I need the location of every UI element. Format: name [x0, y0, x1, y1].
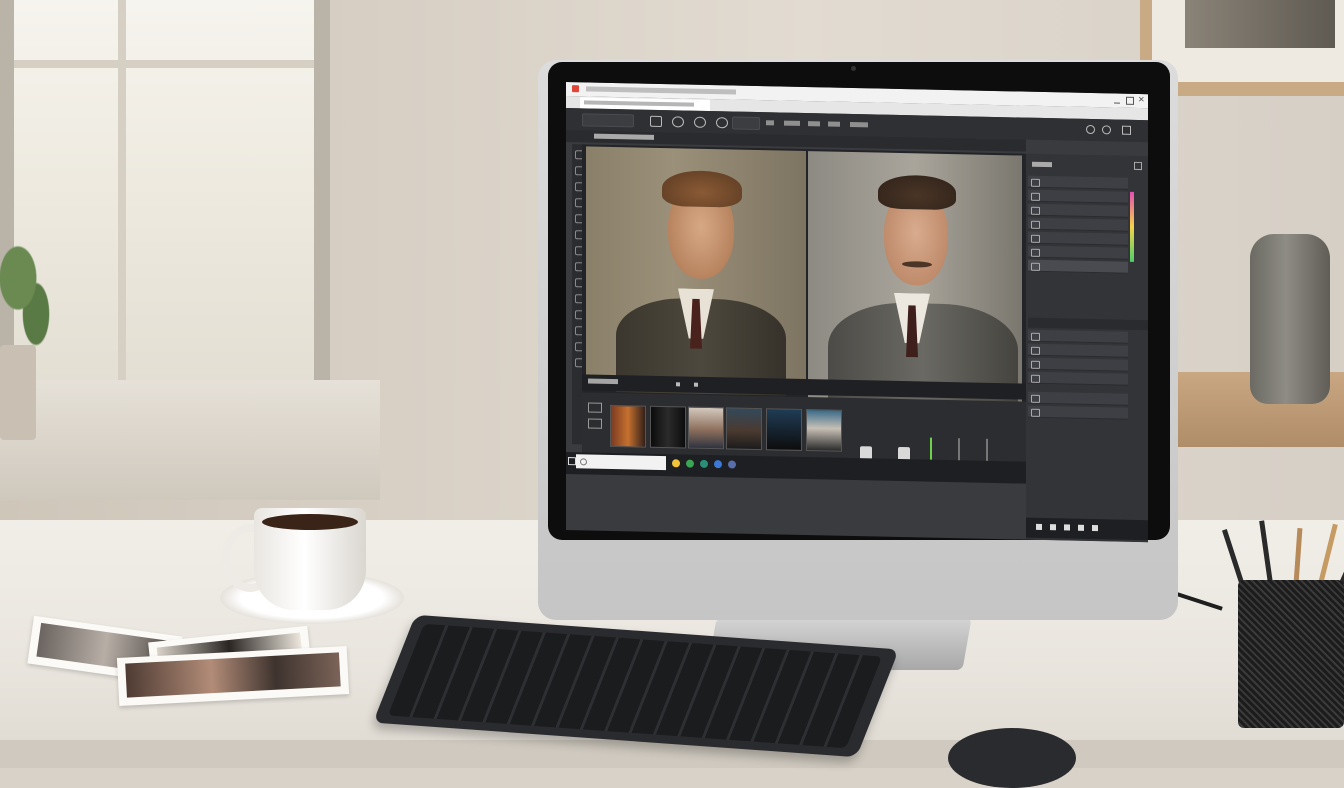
- toolbar-export-button[interactable]: [732, 116, 760, 131]
- wifi-icon[interactable]: [1064, 524, 1070, 531]
- minimize-icon[interactable]: [1114, 96, 1120, 104]
- toolbar-file-button[interactable]: [582, 113, 634, 128]
- share-icon[interactable]: [1122, 125, 1131, 135]
- webcam-icon: [851, 66, 856, 71]
- filmstrip-thumbnail[interactable]: [650, 405, 686, 449]
- adjust-icon: [1031, 332, 1040, 341]
- adjust-icon: [1031, 346, 1040, 355]
- tray-icon[interactable]: [1036, 523, 1042, 530]
- printed-photo-image: [125, 652, 341, 698]
- close-icon[interactable]: ✕: [1138, 95, 1145, 104]
- adjustment-item[interactable]: [1028, 391, 1128, 406]
- filmstrip-thumbnail[interactable]: [766, 408, 802, 451]
- eye-icon[interactable]: [1031, 248, 1040, 257]
- plant-pot: [0, 345, 36, 440]
- start-icon[interactable]: [568, 457, 576, 466]
- eye-icon[interactable]: [1031, 234, 1040, 243]
- adjust-icon: [1031, 394, 1040, 403]
- computer-mouse: [948, 728, 1076, 788]
- redo-icon[interactable]: [694, 116, 706, 128]
- filmstrip-thumbnail[interactable]: [806, 409, 842, 452]
- play-icon[interactable]: [676, 382, 680, 387]
- layer-item[interactable]: [1028, 203, 1128, 218]
- filmstrip-icon[interactable]: [588, 402, 602, 413]
- eye-icon[interactable]: [1031, 206, 1040, 215]
- coffee: [262, 514, 358, 530]
- battery-icon[interactable]: [1092, 525, 1098, 532]
- adjustment-item[interactable]: [1028, 329, 1128, 344]
- toolbar-menu-item[interactable]: [784, 120, 800, 126]
- eye-icon[interactable]: [1031, 262, 1040, 271]
- toolbar-menu-item[interactable]: [808, 121, 820, 127]
- next-frame-icon[interactable]: [694, 382, 698, 387]
- toolbar-menu-item[interactable]: [766, 120, 774, 126]
- app-logo-icon: [572, 85, 579, 93]
- history-icon[interactable]: [716, 117, 728, 129]
- taskbar-search-input[interactable]: [576, 454, 666, 471]
- eye-icon[interactable]: [1031, 178, 1040, 187]
- desk-edge: [0, 740, 1344, 768]
- window-mullion-vertical: [118, 0, 126, 400]
- eye-icon[interactable]: [1031, 220, 1040, 229]
- filmstrip-thumbnail[interactable]: [610, 404, 646, 448]
- pen-cup: [1238, 580, 1344, 728]
- houseplant: [0, 230, 60, 350]
- system-tray: [1026, 517, 1148, 541]
- save-icon[interactable]: [650, 115, 662, 128]
- layer-item[interactable]: [1028, 217, 1128, 232]
- layer-item[interactable]: [1028, 175, 1128, 190]
- color-swatch-strip[interactable]: [1130, 191, 1134, 262]
- picture-artwork: [1185, 0, 1335, 48]
- toolbar-menu-item[interactable]: [850, 121, 868, 128]
- photo-after-hair: [878, 174, 956, 211]
- chat-icon[interactable]: [686, 459, 694, 468]
- ceramic-vase: [1250, 234, 1330, 404]
- adjust-icon: [1031, 408, 1040, 417]
- eye-icon[interactable]: [1031, 192, 1040, 201]
- toolbar-menu-item[interactable]: [828, 121, 840, 127]
- filmstrip-icon[interactable]: [588, 418, 602, 429]
- tray-icon[interactable]: [1050, 524, 1056, 531]
- explorer-icon[interactable]: [672, 459, 680, 468]
- photo-before-hair: [662, 170, 742, 208]
- filmstrip-thumbnail[interactable]: [726, 407, 762, 451]
- layer-item[interactable]: [1028, 189, 1128, 204]
- panel-menu-icon[interactable]: [1134, 161, 1142, 171]
- adjustment-item[interactable]: [1028, 357, 1128, 372]
- adjustment-item[interactable]: [1028, 371, 1128, 386]
- edge-icon[interactable]: [714, 460, 722, 469]
- adjustment-item[interactable]: [1028, 343, 1128, 358]
- window-sill: [0, 380, 380, 500]
- account-icon[interactable]: [1102, 125, 1111, 135]
- search-icon: [580, 458, 587, 466]
- undo-icon[interactable]: [672, 116, 684, 128]
- photo-after[interactable]: [808, 151, 1022, 418]
- panel-header: [1032, 161, 1052, 168]
- adjust-icon: [1031, 360, 1040, 369]
- monitor-screen: ✕: [566, 82, 1148, 543]
- layer-item[interactable]: [1028, 231, 1128, 246]
- adjustment-item[interactable]: [1028, 405, 1128, 420]
- maximize-icon[interactable]: [1126, 96, 1134, 105]
- browser-icon[interactable]: [700, 459, 708, 468]
- adjust-icon: [1031, 374, 1040, 383]
- photo-before[interactable]: [586, 146, 806, 396]
- volume-icon[interactable]: [1078, 524, 1084, 531]
- layer-item-selected[interactable]: [1028, 259, 1128, 274]
- filmstrip-thumbnail[interactable]: [688, 406, 724, 450]
- window-mullion-horizontal: [14, 60, 314, 68]
- timeline-label: [588, 378, 618, 385]
- store-icon[interactable]: [728, 460, 736, 469]
- settings-icon[interactable]: [1086, 124, 1095, 135]
- layer-item[interactable]: [1028, 245, 1128, 260]
